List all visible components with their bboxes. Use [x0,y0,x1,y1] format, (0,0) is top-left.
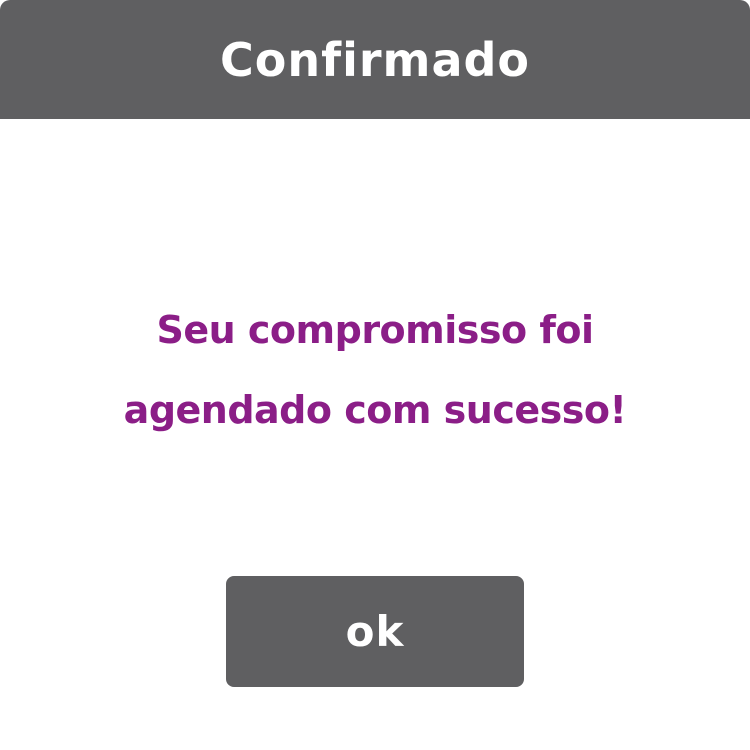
ok-button-label: ok [345,606,405,656]
ok-button[interactable]: ok [226,576,524,687]
dialog-title: Confirmado [219,32,531,87]
message-line-1: Seu compromisso foi [156,308,594,352]
dialog-message: Seu compromisso foi agendado com sucesso… [0,290,750,450]
dialog-header: Confirmado [0,0,750,119]
message-line-2: agendado com sucesso! [123,388,627,432]
confirmation-dialog: Confirmado Seu compromisso foi agendado … [0,0,750,750]
